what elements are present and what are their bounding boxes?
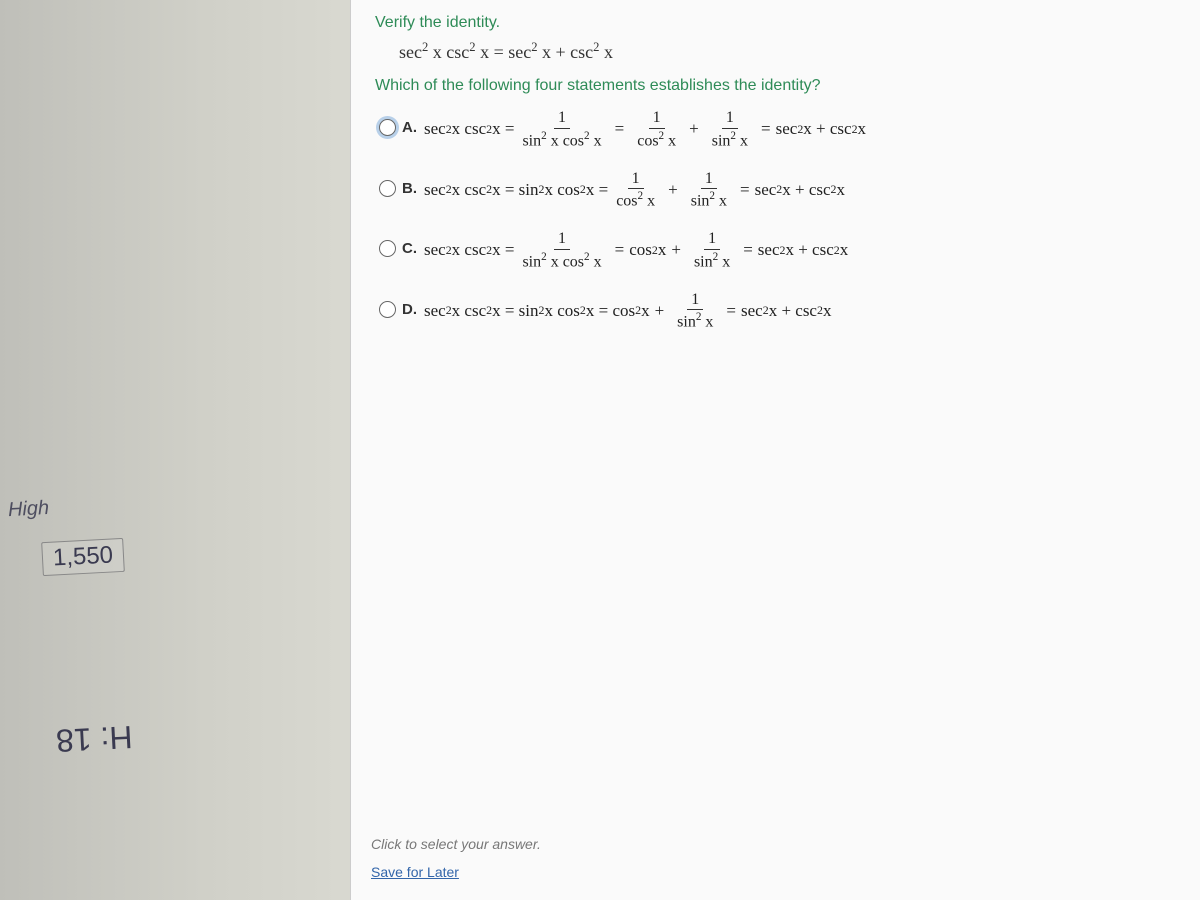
handwriting-high: High [7, 497, 49, 522]
question-panel: Verify the identity. sec2 x csc2 x = sec… [350, 0, 1200, 900]
handwriting-1550: 1,550 [41, 538, 125, 576]
choices-group: A. sec2 x csc2 x = 1sin2 x cos2 x = 1cos… [379, 109, 1176, 331]
radio-c[interactable] [379, 240, 396, 257]
save-for-later-link[interactable]: Save for Later [371, 864, 541, 880]
handwriting-h18: H: 18 [55, 718, 133, 759]
equation-a: sec2 x csc2 x = 1sin2 x cos2 x = 1cos2 x… [424, 109, 866, 150]
question-text: Which of the following four statements e… [375, 77, 1176, 95]
choice-d[interactable]: D. sec2 x csc2 x = sin2 x cos2 x = cos2 … [379, 291, 1176, 332]
radio-b[interactable] [379, 180, 396, 197]
prompt-text: Verify the identity. [375, 14, 1176, 32]
label-b: B. [402, 180, 424, 197]
label-d: D. [402, 301, 424, 318]
choice-b[interactable]: B. sec2 x csc2 x = sin2 x cos2 x = 1cos2… [379, 170, 1176, 211]
equation-d: sec2 x csc2 x = sin2 x cos2 x = cos2 x +… [424, 291, 831, 332]
equation-c: sec2 x csc2 x = 1sin2 x cos2 x = cos2 x … [424, 230, 848, 271]
label-a: A. [402, 119, 424, 136]
identity-equation: sec2 x csc2 x = sec2 x + csc2 x [399, 40, 1176, 63]
photo-left-edge [0, 0, 340, 900]
label-c: C. [402, 240, 424, 257]
radio-a[interactable] [379, 119, 396, 136]
choice-a[interactable]: A. sec2 x csc2 x = 1sin2 x cos2 x = 1cos… [379, 109, 1176, 150]
choice-c[interactable]: C. sec2 x csc2 x = 1sin2 x cos2 x = cos2… [379, 230, 1176, 271]
footer: Click to select your answer. Save for La… [371, 836, 541, 880]
equation-b: sec2 x csc2 x = sin2 x cos2 x = 1cos2 x … [424, 170, 845, 211]
footer-hint: Click to select your answer. [371, 836, 541, 852]
radio-d[interactable] [379, 301, 396, 318]
